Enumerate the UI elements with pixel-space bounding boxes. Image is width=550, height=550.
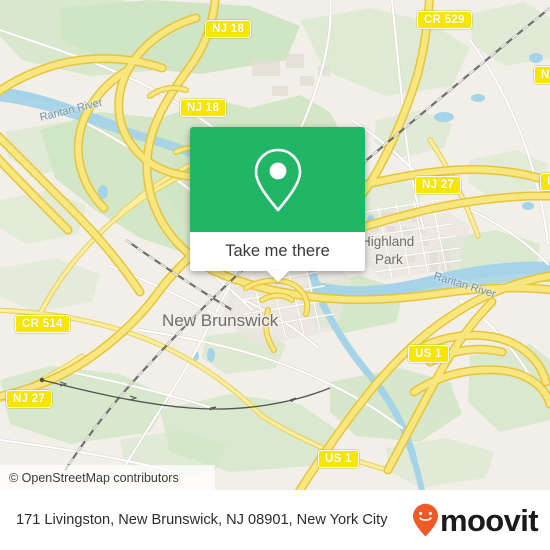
place-label-park: Park: [375, 252, 403, 267]
attribution-text: © OpenStreetMap contributors: [9, 470, 179, 485]
highway-shield-us-1-south[interactable]: US 1: [318, 450, 359, 468]
highway-shield-nj-18-north[interactable]: NJ 18: [205, 20, 252, 38]
highway-shield-cr-529[interactable]: CR 529: [417, 11, 472, 29]
highway-shield-nj-27-east[interactable]: NJ 27: [415, 176, 462, 194]
map-canvas[interactable]: .pk { fill:#cfe5c3; } .pk2 { fill:#d8e8c…: [0, 0, 550, 490]
callout-tail-pointer: [266, 271, 289, 282]
moovit-pin-icon: [412, 503, 438, 537]
place-label-highland: Highland: [361, 234, 415, 249]
moovit-wordmark: moovit: [439, 502, 539, 538]
footer-bar: 171 Livingston, New Brunswick, NJ 08901,…: [0, 490, 550, 550]
highway-shield-cr-514[interactable]: CR 514: [15, 315, 70, 333]
take-me-there-label: Take me there: [225, 242, 330, 260]
highway-shield-nj-27-southwest[interactable]: NJ 27: [6, 390, 53, 408]
location-callout-card[interactable]: Take me there: [190, 127, 365, 282]
callout-action-panel[interactable]: Take me there: [190, 232, 365, 282]
place-label-new-brunswick: New Brunswick: [162, 311, 279, 330]
highway-shield-nj-edge-top-right[interactable]: NJ: [534, 66, 550, 84]
address-text: 171 Livingston, New Brunswick, NJ 08901,…: [16, 512, 388, 528]
highway-shield-us-1-east[interactable]: US 1: [408, 345, 449, 363]
map-attribution[interactable]: © OpenStreetMap contributors: [0, 465, 215, 490]
highway-shield-us-edge-right[interactable]: U: [540, 173, 550, 191]
callout-icon-panel: [190, 127, 365, 232]
map-screenshot-root: .pk { fill:#cfe5c3; } .pk2 { fill:#d8e8c…: [0, 0, 550, 550]
moovit-logo[interactable]: moovit: [412, 501, 539, 539]
highway-shield-nj-18-south[interactable]: NJ 18: [180, 99, 227, 117]
map-pin-icon: [254, 148, 301, 211]
